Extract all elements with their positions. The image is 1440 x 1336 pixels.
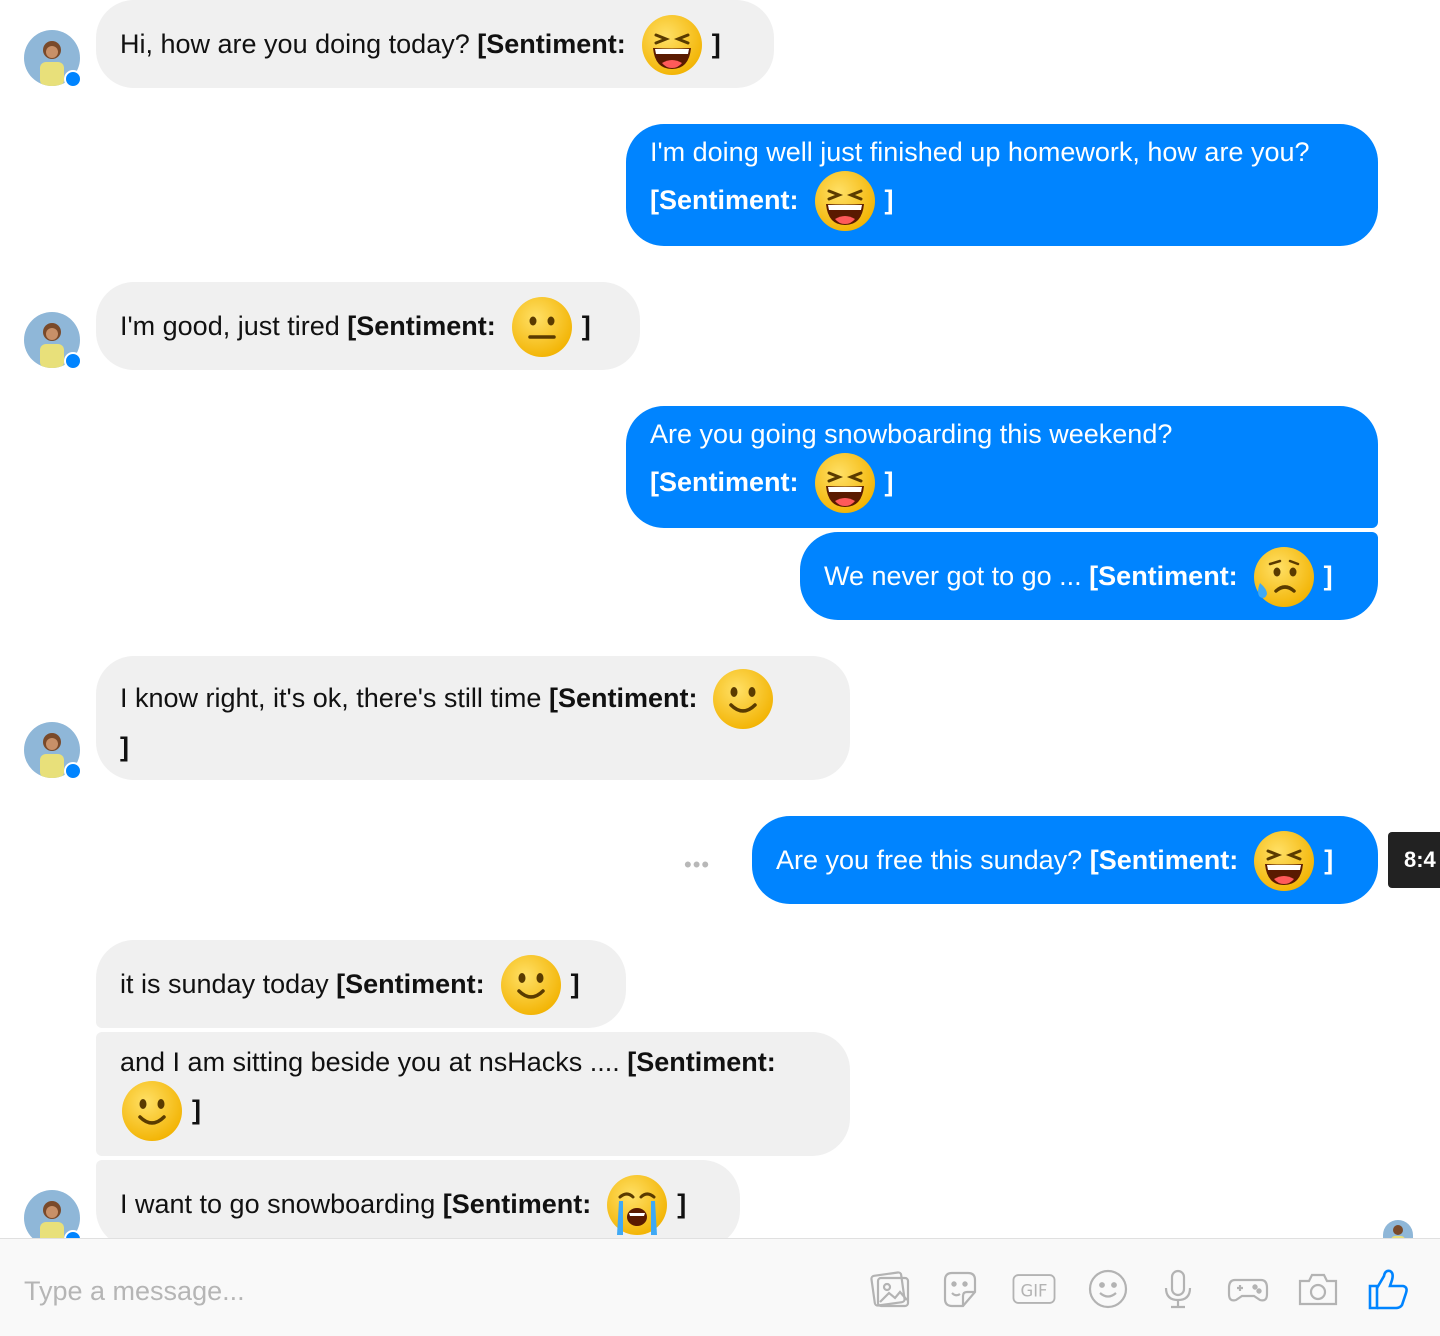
camera-icon[interactable] — [1294, 1265, 1342, 1313]
timestamp-tooltip: 8:4 — [1388, 832, 1440, 888]
laughing-emoji-icon — [813, 169, 877, 233]
sentiment-label: [Sentiment: — [650, 185, 799, 215]
laughing-emoji-icon — [1252, 829, 1316, 893]
message-bubble-outgoing[interactable]: Are you going snowboarding this weekend?… — [626, 406, 1378, 528]
smile-emoji-icon — [499, 953, 563, 1017]
sentiment-close: ] — [192, 1095, 201, 1125]
messenger-badge-icon — [64, 70, 82, 88]
sentiment-label: [Sentiment: — [548, 683, 698, 713]
sentiment-label: [Sentiment: — [347, 311, 496, 341]
sentiment-close: ] — [711, 29, 721, 59]
laughing-emoji-icon — [813, 451, 877, 515]
more-options-icon[interactable]: ••• — [684, 852, 710, 878]
sentiment-label: [Sentiment: — [477, 29, 626, 59]
crying-emoji-icon — [605, 1173, 669, 1237]
message-text: I know right, it's ok, there's still tim… — [120, 683, 542, 713]
sentiment-label: [Sentiment: — [1089, 561, 1238, 591]
sentiment-close: ] — [120, 731, 129, 762]
sentiment-label: [Sentiment: — [1089, 845, 1239, 875]
sentiment-close: ] — [581, 311, 591, 341]
emoji-icon[interactable] — [1084, 1265, 1132, 1313]
message-bubble-incoming[interactable]: and I am sitting beside you at nsHacks .… — [96, 1032, 850, 1156]
game-controller-icon[interactable] — [1224, 1265, 1272, 1313]
contact-avatar[interactable] — [24, 722, 82, 780]
message-text: Hi, how are you doing today? — [120, 29, 470, 59]
message-bubble-incoming[interactable]: I'm good, just tired [Sentiment:] — [96, 282, 640, 370]
contact-avatar[interactable] — [24, 312, 82, 370]
message-text: I'm good, just tired — [120, 311, 340, 341]
contact-avatar[interactable] — [24, 30, 82, 88]
gif-icon[interactable]: GIF — [1006, 1265, 1062, 1313]
sentiment-close: ] — [1323, 561, 1333, 591]
message-text: Are you going snowboarding this weekend? — [650, 419, 1173, 449]
thumbs-up-icon[interactable] — [1364, 1265, 1412, 1313]
message-text: We never got to go ... — [824, 561, 1082, 591]
svg-text:GIF: GIF — [1021, 1281, 1048, 1300]
message-bubble-incoming[interactable]: I know right, it's ok, there's still tim… — [96, 656, 850, 780]
messenger-badge-icon — [64, 762, 82, 780]
sentiment-label: [Sentiment: — [627, 1047, 776, 1077]
read-receipt-avatar — [1383, 1220, 1413, 1238]
message-text: Are you free this sunday? — [776, 845, 1083, 875]
neutral-face-emoji-icon — [510, 295, 574, 359]
message-text: it is sunday today — [120, 969, 329, 999]
sad-sweat-emoji-icon — [1252, 545, 1316, 609]
sentiment-close: ] — [677, 1189, 687, 1219]
messenger-badge-icon — [64, 352, 82, 370]
composer-toolbar: GIF — [866, 1265, 1412, 1313]
message-text: and I am sitting beside you at nsHacks .… — [120, 1047, 620, 1077]
laughing-emoji-icon — [640, 13, 704, 77]
sentiment-label: [Sentiment: — [650, 467, 799, 497]
message-bubble-incoming[interactable]: Hi, how are you doing today? [Sentiment:… — [96, 0, 774, 88]
message-input[interactable] — [24, 1271, 724, 1311]
message-text: I want to go snowboarding — [120, 1189, 436, 1219]
sentiment-close: ] — [884, 467, 894, 497]
message-bubble-outgoing[interactable]: Are you free this sunday? [Sentiment:] — [752, 816, 1378, 904]
sentiment-close: ] — [570, 969, 580, 999]
sentiment-label: [Sentiment: — [442, 1189, 592, 1219]
sticker-icon[interactable] — [936, 1265, 984, 1313]
sentiment-close: ] — [884, 185, 894, 215]
smile-emoji-icon — [711, 667, 775, 731]
microphone-icon[interactable] — [1154, 1265, 1202, 1313]
sentiment-label: [Sentiment: — [336, 969, 485, 999]
message-composer: GIF — [0, 1238, 1440, 1336]
message-bubble-outgoing[interactable]: I'm doing well just finished up homework… — [626, 124, 1378, 246]
message-bubble-incoming[interactable]: it is sunday today [Sentiment:] — [96, 940, 626, 1028]
image-icon[interactable] — [866, 1265, 914, 1313]
smile-emoji-icon — [120, 1079, 184, 1143]
message-bubble-incoming[interactable]: I want to go snowboarding [Sentiment:] — [96, 1160, 740, 1248]
sentiment-close: ] — [1324, 845, 1334, 875]
message-bubble-outgoing[interactable]: We never got to go ... [Sentiment:] — [800, 532, 1378, 620]
message-text: I'm doing well just finished up homework… — [650, 137, 1310, 167]
